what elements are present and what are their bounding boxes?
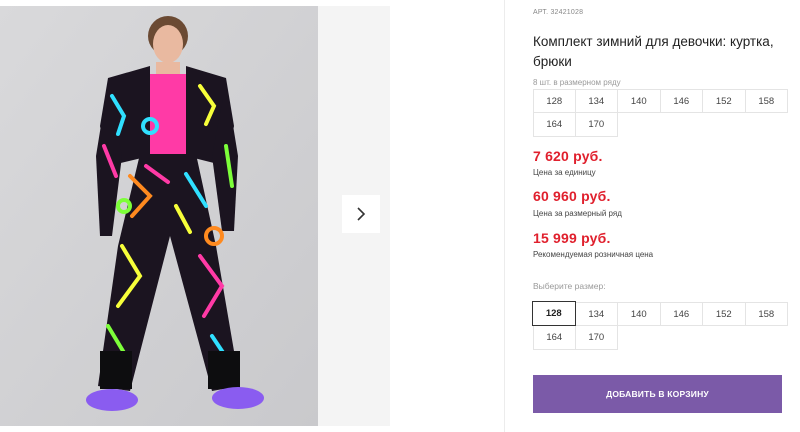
- product-gallery: [0, 0, 390, 432]
- product-image: [0, 6, 318, 426]
- sku: АРТ. 32421028: [533, 9, 583, 16]
- gallery-next-button[interactable]: [342, 195, 380, 233]
- size-row-price-note: Цена за размерный ряд: [533, 209, 622, 218]
- product-info: АРТ. 32421028 Комплект зимний для девочк…: [532, 0, 800, 432]
- column-divider: [504, 0, 505, 432]
- size-row-grid: 128 134 140 146 152 158 164 170: [533, 89, 788, 137]
- size-option[interactable]: 164: [533, 326, 576, 350]
- size-option[interactable]: 134: [575, 302, 618, 326]
- size-row-item: 170: [575, 113, 618, 137]
- size-row-price: 60 960 руб.: [533, 188, 611, 204]
- size-row-item: 134: [575, 89, 618, 113]
- sku-label: АРТ.: [533, 9, 549, 16]
- size-option[interactable]: 146: [660, 302, 703, 326]
- size-option[interactable]: 170: [575, 326, 618, 350]
- size-option[interactable]: 158: [745, 302, 788, 326]
- size-option-selected[interactable]: 128: [532, 301, 576, 326]
- size-option[interactable]: 140: [618, 302, 661, 326]
- size-row-hint: 8 шт. в размерном ряду: [533, 78, 621, 87]
- size-option[interactable]: 152: [703, 302, 746, 326]
- size-row-item: 152: [703, 89, 746, 113]
- unit-price-note: Цена за единицу: [533, 168, 596, 177]
- size-row-item: 164: [533, 113, 576, 137]
- size-selector: 128 134 140 146 152 158 164 170: [532, 301, 788, 350]
- size-row-item: 128: [533, 89, 576, 113]
- add-to-cart-button[interactable]: ДОБАВИТЬ В КОРЗИНУ: [533, 375, 782, 413]
- choose-size-label: Выберите размер:: [533, 281, 606, 291]
- size-row-item: 140: [618, 89, 661, 113]
- sku-value: 32421028: [550, 9, 584, 16]
- size-row-item: 158: [745, 89, 788, 113]
- chevron-right-icon: [357, 207, 366, 221]
- size-row-item: 146: [660, 89, 703, 113]
- product-photo[interactable]: [0, 6, 318, 426]
- unit-price: 7 620 руб.: [533, 148, 603, 164]
- retail-price: 15 999 руб.: [533, 230, 611, 246]
- product-title: Комплект зимний для девочки: куртка, брю…: [533, 34, 774, 69]
- retail-price-note: Рекомендуемая розничная цена: [533, 250, 654, 259]
